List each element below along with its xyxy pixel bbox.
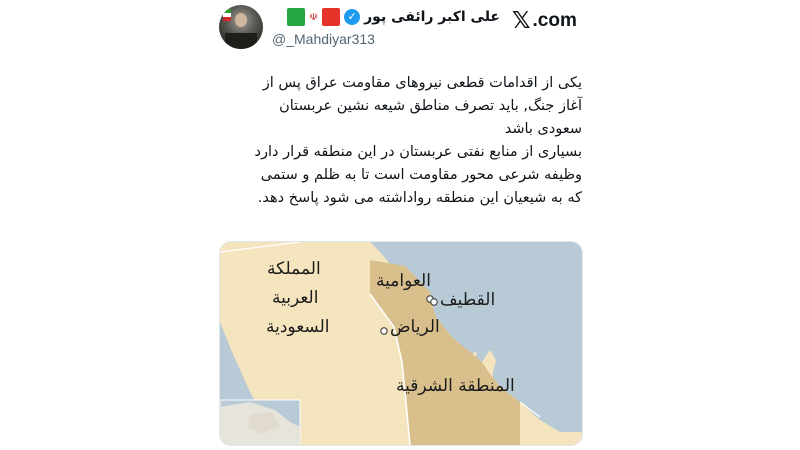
region-label-eastern: المنطقة الشرقية (396, 376, 515, 396)
country-label-line1: المملكة (267, 259, 321, 279)
tweet-line: سعودی باشد (504, 121, 582, 137)
city-label-qatif: القطيف (440, 290, 496, 310)
country-label-line3: السعودية (266, 317, 330, 337)
iran-emblem-icon: ☫ (309, 11, 319, 23)
tweet-line: وظیفه شرعی محور مقاومت است تا به ظلم و س… (260, 167, 582, 183)
tweet-line: بسیاری از منابع نفتی عربستان در این منطق… (254, 144, 582, 160)
tweet-line: آغاز جنگ, باید تصرف مناطق شیعه نشین عربس… (279, 98, 582, 114)
green-square-icon (287, 8, 306, 26)
riyadh-marker-icon (380, 327, 388, 335)
tweet-text: یکی از اقدامات قطعی نیروهای مقاومت عراق … (220, 72, 582, 210)
city-label-riyadh: الرياض (390, 317, 440, 337)
country-label-line2: العربية (272, 288, 319, 308)
bahrain (473, 352, 477, 356)
qatif-marker-icon (430, 298, 438, 306)
red-square-icon (322, 8, 341, 26)
x-logo[interactable]: 𝕏 .com (512, 8, 577, 34)
x-logo-icon: 𝕏 (512, 8, 531, 34)
x-logo-suffix: .com (532, 10, 577, 31)
verified-check-icon: ✓ (344, 9, 361, 25)
tweet-line: یکی از اقدامات قطعی نیروهای مقاومت عراق … (262, 75, 582, 91)
avatar[interactable] (219, 5, 263, 49)
tweet-line: که به شیعیان این منطقه رواداشته می شود پ… (257, 190, 582, 206)
account-name-row[interactable]: علی اکبر رائفی پور ✓ ☫ (270, 8, 500, 26)
city-label-awamiyah: العوامية (376, 271, 431, 291)
tweet-header: علی اکبر رائفی پور ✓ ☫ @_Mahdiyar313 𝕏 .… (0, 0, 800, 60)
map-image[interactable]: المملكة العربية السعودية العوامية القطيف… (219, 241, 583, 446)
account-handle[interactable]: @_Mahdiyar313 (272, 31, 375, 47)
flag-icon (223, 9, 231, 21)
account-name[interactable]: علی اکبر رائفی پور (364, 9, 500, 25)
